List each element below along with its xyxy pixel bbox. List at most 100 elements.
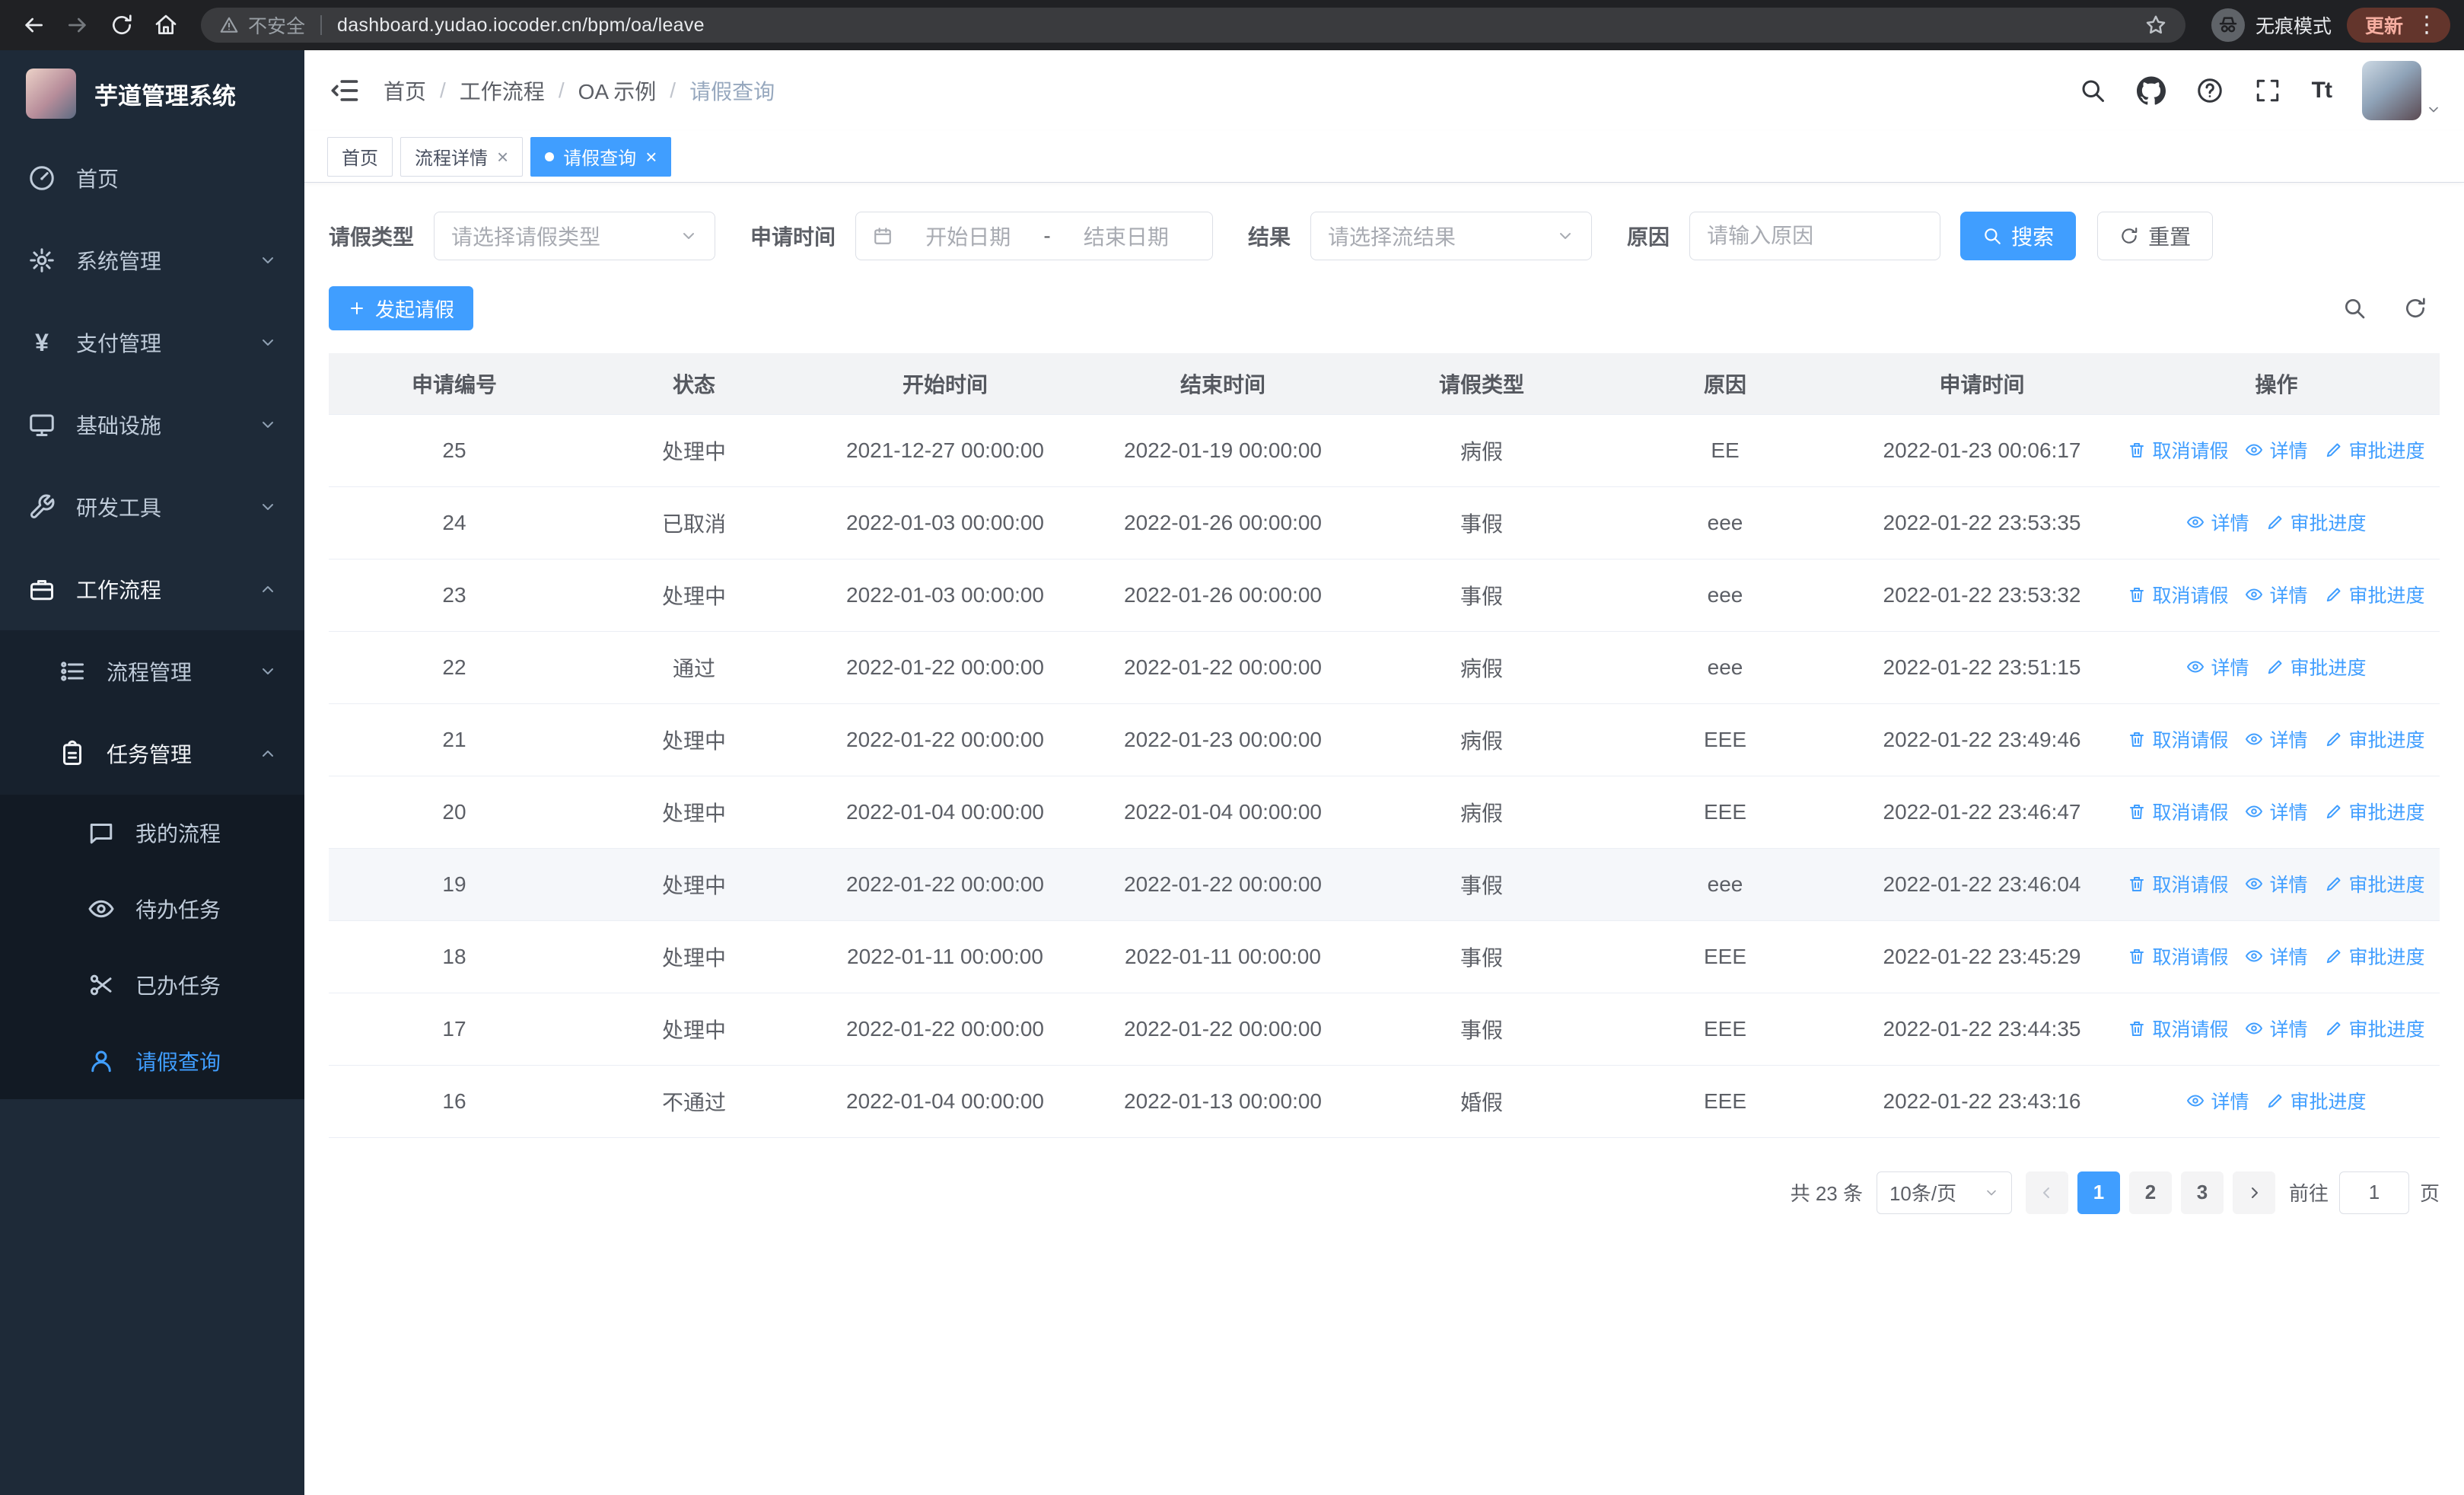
cell-status: 处理中 bbox=[580, 993, 808, 1066]
browser-forward-button[interactable] bbox=[58, 5, 97, 45]
reset-button[interactable]: 重置 bbox=[2097, 212, 2214, 260]
approval-progress-link[interactable]: 审批进度 bbox=[2325, 725, 2425, 753]
detail-link[interactable]: 详情 bbox=[2245, 725, 2308, 753]
browser-reload-button[interactable] bbox=[102, 5, 142, 45]
github-icon[interactable] bbox=[2136, 76, 2166, 105]
tab-leave-query[interactable]: 请假查询 × bbox=[530, 136, 672, 177]
browser-back-button[interactable] bbox=[14, 5, 53, 45]
font-size-icon[interactable]: Tt bbox=[2312, 78, 2332, 104]
pagination: 共 23 条 10条/页 1 2 3 前往 页 bbox=[329, 1171, 2440, 1214]
table-search-toggle-icon[interactable] bbox=[2342, 296, 2367, 320]
approval-progress-link[interactable]: 审批进度 bbox=[2325, 581, 2425, 608]
sidebar-item-dev-tools[interactable]: 研发工具 bbox=[0, 466, 304, 548]
help-icon[interactable] bbox=[2196, 77, 2224, 104]
approval-progress-link[interactable]: 审批进度 bbox=[2325, 870, 2425, 897]
page-button-1[interactable]: 1 bbox=[2077, 1171, 2120, 1214]
sidebar-item-process-management[interactable]: 流程管理 bbox=[0, 630, 304, 712]
sidebar-item-task-management[interactable]: 任务管理 bbox=[0, 712, 304, 795]
leave-type-select[interactable]: 请选择请假类型 bbox=[434, 212, 716, 260]
sidebar-item-my-processes[interactable]: 我的流程 bbox=[0, 795, 304, 871]
cancel-leave-link[interactable]: 取消请假 bbox=[2128, 581, 2228, 608]
page-size-select[interactable]: 10条/页 bbox=[1876, 1171, 2012, 1214]
sidebar-item-infrastructure[interactable]: 基础设施 bbox=[0, 384, 304, 466]
collapse-sidebar-icon[interactable] bbox=[327, 74, 361, 107]
detail-link[interactable]: 详情 bbox=[2245, 581, 2308, 608]
sidebar-item-home[interactable]: 首页 bbox=[0, 137, 304, 219]
approval-progress-link[interactable]: 审批进度 bbox=[2325, 942, 2425, 970]
chevron-down-icon bbox=[263, 339, 273, 346]
tab-home[interactable]: 首页 bbox=[327, 136, 393, 177]
browser-update-button[interactable]: 更新 ⋮ bbox=[2346, 8, 2450, 43]
table-refresh-icon[interactable] bbox=[2403, 296, 2427, 320]
cancel-leave-link[interactable]: 取消请假 bbox=[2128, 870, 2228, 897]
tab-process-detail[interactable]: 流程详情 × bbox=[400, 136, 524, 177]
cancel-leave-link[interactable]: 取消请假 bbox=[2128, 436, 2228, 464]
approval-progress-link[interactable]: 审批进度 bbox=[2266, 1087, 2367, 1114]
approval-progress-link[interactable]: 审批进度 bbox=[2325, 1015, 2425, 1042]
detail-link[interactable]: 详情 bbox=[2245, 942, 2308, 970]
user-icon bbox=[87, 1047, 116, 1076]
cell-start-time: 2022-01-11 00:00:00 bbox=[808, 920, 1082, 993]
detail-link[interactable]: 详情 bbox=[2186, 1087, 2249, 1114]
sidebar-item-payment[interactable]: ¥ 支付管理 bbox=[0, 301, 304, 384]
table-row: 16 不通过 2022-01-04 00:00:00 2022-01-13 00:00… bbox=[329, 1065, 2440, 1138]
goto-page-input[interactable] bbox=[2338, 1171, 2409, 1214]
result-select[interactable]: 请选择流结果 bbox=[1310, 212, 1593, 260]
cell-leave-type: 病假 bbox=[1364, 776, 1600, 849]
browser-address-bar[interactable]: 不安全 dashboard.yudao.iocoder.cn/bpm/oa/le… bbox=[201, 8, 2185, 43]
user-menu[interactable] bbox=[2362, 61, 2441, 120]
breadcrumb-separator: / bbox=[440, 78, 446, 102]
page-button-2[interactable]: 2 bbox=[2128, 1171, 2172, 1214]
cancel-leave-link[interactable]: 取消请假 bbox=[2128, 942, 2228, 970]
table-row: 24 已取消 2022-01-03 00:00:00 2022-01-26 00:00… bbox=[329, 486, 2440, 559]
reason-input[interactable] bbox=[1689, 212, 1941, 260]
sidebar-item-workflow[interactable]: 工作流程 bbox=[0, 548, 304, 630]
detail-link[interactable]: 详情 bbox=[2186, 653, 2249, 681]
bookmark-star-icon[interactable] bbox=[2144, 14, 2167, 37]
sidebar-item-system[interactable]: 系统管理 bbox=[0, 219, 304, 301]
header-start-time: 开始时间 bbox=[808, 353, 1082, 415]
breadcrumb-item[interactable]: OA 示例 bbox=[578, 75, 657, 106]
sidebar-item-done-tasks[interactable]: 已办任务 bbox=[0, 947, 304, 1023]
prev-page-button[interactable] bbox=[2025, 1171, 2068, 1214]
search-button-label: 搜索 bbox=[2011, 225, 2055, 249]
fullscreen-icon[interactable] bbox=[2254, 77, 2281, 104]
search-icon[interactable] bbox=[2079, 77, 2106, 104]
browser-home-button[interactable] bbox=[146, 5, 186, 45]
sidebar-item-leave-query[interactable]: 请假查询 bbox=[0, 1023, 304, 1099]
goto-page: 前往 页 bbox=[2289, 1171, 2440, 1214]
breadcrumb-item[interactable]: 首页 bbox=[384, 75, 426, 106]
browser-menu-icon[interactable]: ⋮ bbox=[2415, 14, 2438, 37]
approval-progress-link[interactable]: 审批进度 bbox=[2325, 436, 2425, 464]
search-button[interactable]: 搜索 bbox=[1960, 212, 2077, 260]
avatar[interactable] bbox=[2362, 61, 2421, 120]
sidebar-item-label: 首页 bbox=[76, 167, 119, 191]
breadcrumb-item[interactable]: 工作流程 bbox=[460, 75, 545, 106]
table-row: 17 处理中 2022-01-22 00:00:00 2022-01-22 00:00… bbox=[329, 993, 2440, 1066]
cancel-leave-link[interactable]: 取消请假 bbox=[2128, 1015, 2228, 1042]
detail-link[interactable]: 详情 bbox=[2186, 508, 2249, 536]
cell-apply-time: 2022-01-22 23:43:16 bbox=[1851, 1065, 2113, 1138]
chevron-down-icon bbox=[1560, 233, 1571, 239]
approval-progress-link[interactable]: 审批进度 bbox=[2266, 653, 2367, 681]
detail-link[interactable]: 详情 bbox=[2245, 870, 2308, 897]
sidebar-item-pending-tasks[interactable]: 待办任务 bbox=[0, 871, 304, 947]
page-button-3[interactable]: 3 bbox=[2180, 1171, 2224, 1214]
security-chip[interactable]: 不安全 bbox=[219, 11, 305, 39]
cell-leave-type: 事假 bbox=[1364, 993, 1600, 1066]
apply-time-range-picker[interactable]: 开始日期 - 结束日期 bbox=[855, 212, 1214, 260]
create-leave-button[interactable]: 发起请假 bbox=[329, 286, 474, 330]
cancel-leave-link[interactable]: 取消请假 bbox=[2128, 725, 2228, 753]
close-icon[interactable]: × bbox=[497, 147, 508, 167]
detail-link[interactable]: 详情 bbox=[2245, 436, 2308, 464]
approval-progress-link[interactable]: 审批进度 bbox=[2266, 508, 2367, 536]
detail-link[interactable]: 详情 bbox=[2245, 1015, 2308, 1042]
next-page-button[interactable] bbox=[2232, 1171, 2275, 1214]
cancel-leave-link[interactable]: 取消请假 bbox=[2128, 798, 2228, 825]
reset-button-label: 重置 bbox=[2148, 225, 2192, 249]
approval-progress-link[interactable]: 审批进度 bbox=[2325, 798, 2425, 825]
app-logo[interactable]: 芋道管理系统 bbox=[0, 50, 304, 137]
cell-operations: 详情 审批进度 bbox=[2113, 631, 2440, 704]
close-icon[interactable]: × bbox=[645, 147, 657, 167]
detail-link[interactable]: 详情 bbox=[2245, 798, 2308, 825]
